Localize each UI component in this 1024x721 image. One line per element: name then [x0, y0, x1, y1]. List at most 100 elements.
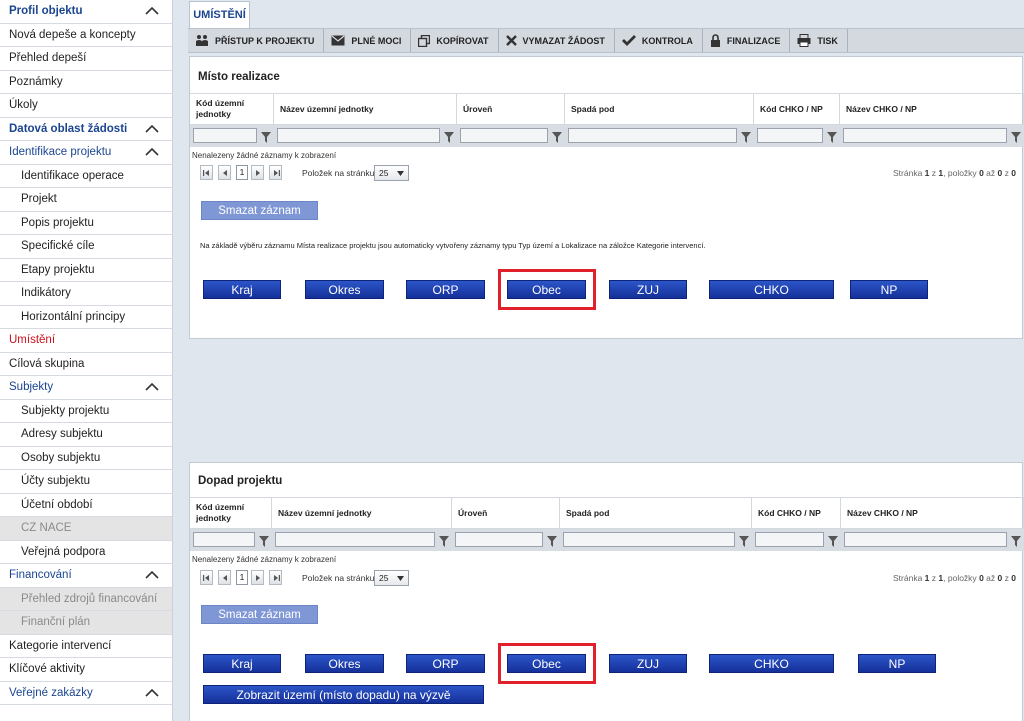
filter-input[interactable]	[193, 532, 255, 547]
unit-button-zuj[interactable]: ZUJ	[609, 654, 687, 673]
column-header[interactable]: Kód územní jednotky	[190, 498, 272, 529]
column-header[interactable]: Název územní jednotky	[274, 94, 457, 125]
filter-icon[interactable]	[1011, 534, 1021, 547]
filter-input[interactable]	[275, 532, 435, 547]
sidebar-item-pozn-mky[interactable]: Poznámky	[0, 70, 172, 94]
sidebar-item-specifick-c-le[interactable]: Specifické cíle	[0, 235, 172, 259]
sidebar-item-projekt[interactable]: Projekt	[0, 188, 172, 212]
sidebar-item-c-lov-skupina[interactable]: Cílová skupina	[0, 352, 172, 376]
unit-button-okres[interactable]: Okres	[305, 280, 384, 299]
column-header[interactable]: Název CHKO / NP	[840, 94, 1024, 125]
next-page-button[interactable]	[251, 570, 264, 585]
unit-button-kraj[interactable]: Kraj	[203, 654, 281, 673]
filter-input[interactable]	[843, 128, 1007, 143]
column-header[interactable]: Spadá pod	[565, 94, 754, 125]
column-header[interactable]: Kód územní jednotky	[190, 94, 274, 125]
sidebar-item-nov-depe-e-a-koncepty[interactable]: Nová depeše a koncepty	[0, 23, 172, 47]
column-header[interactable]: Kód CHKO / NP	[752, 498, 841, 529]
toolbar-button-copy[interactable]: KOPÍROVAT	[411, 29, 499, 52]
prev-page-button[interactable]	[218, 165, 231, 180]
column-header[interactable]: Název CHKO / NP	[841, 498, 1024, 529]
per-page-select[interactable]: 25	[374, 165, 409, 181]
chevron-up-icon[interactable]	[144, 568, 160, 582]
filter-input[interactable]	[460, 128, 548, 143]
sidebar-item--ty-subjektu[interactable]: Účty subjektu	[0, 470, 172, 494]
sidebar-item-subjekty[interactable]: Subjekty	[0, 376, 172, 400]
sidebar-item--koly[interactable]: Úkoly	[0, 94, 172, 118]
chevron-up-icon[interactable]	[144, 380, 160, 394]
prev-page-button[interactable]	[218, 570, 231, 585]
filter-icon[interactable]	[259, 534, 269, 547]
filter-icon[interactable]	[547, 534, 557, 547]
first-page-button[interactable]	[200, 165, 213, 180]
filter-input[interactable]	[193, 128, 257, 143]
sidebar-item-adresy-subjektu[interactable]: Adresy subjektu	[0, 423, 172, 447]
tab-umisteni[interactable]: UMÍSTĚNÍ	[189, 1, 250, 28]
toolbar-button-lock[interactable]: FINALIZACE	[703, 29, 791, 52]
filter-input[interactable]	[844, 532, 1007, 547]
sidebar-item-subjekty-projektu[interactable]: Subjekty projektu	[0, 399, 172, 423]
sidebar-item-ve-ejn-zak-zky[interactable]: Veřejné zakázky	[0, 681, 172, 705]
sidebar-item-identifikace-operace[interactable]: Identifikace operace	[0, 164, 172, 188]
toolbar-button-printer[interactable]: TISK	[790, 29, 848, 52]
filter-icon[interactable]	[741, 130, 751, 143]
filter-input[interactable]	[568, 128, 737, 143]
toolbar-button-check[interactable]: KONTROLA	[615, 29, 703, 52]
filter-input[interactable]	[563, 532, 735, 547]
last-page-button[interactable]	[269, 165, 282, 180]
sidebar-item-kategorie-intervenc-[interactable]: Kategorie intervencí	[0, 634, 172, 658]
page-number[interactable]: 1	[236, 165, 248, 180]
filter-input[interactable]	[755, 532, 824, 547]
filter-icon[interactable]	[261, 130, 271, 143]
filter-icon[interactable]	[828, 534, 838, 547]
column-header[interactable]: Spadá pod	[560, 498, 752, 529]
sidebar-item-popis-projektu[interactable]: Popis projektu	[0, 211, 172, 235]
sidebar-item-identifikace-projektu[interactable]: Identifikace projektu	[0, 141, 172, 165]
filter-input[interactable]	[455, 532, 543, 547]
chevron-up-icon[interactable]	[144, 686, 160, 700]
filter-icon[interactable]	[1011, 130, 1021, 143]
filter-input[interactable]	[277, 128, 440, 143]
next-page-button[interactable]	[251, 165, 264, 180]
unit-button-chko[interactable]: CHKO	[709, 654, 834, 673]
chevron-up-icon[interactable]	[144, 4, 160, 18]
unit-button-orp[interactable]: ORP	[406, 280, 485, 299]
toolbar-button-envelope[interactable]: PLNÉ MOCI	[324, 29, 412, 52]
sidebar-item-p-ehled-depe-[interactable]: Přehled depeší	[0, 47, 172, 71]
filter-icon[interactable]	[444, 130, 454, 143]
unit-button-kraj[interactable]: Kraj	[203, 280, 281, 299]
filter-input[interactable]	[757, 128, 823, 143]
unit-button-np[interactable]: NP	[850, 280, 928, 299]
unit-button-okres[interactable]: Okres	[305, 654, 384, 673]
show-territory-button[interactable]: Zobrazit území (místo dopadu) na výzvě	[203, 685, 484, 704]
delete-record-button[interactable]: Smazat záznam	[201, 605, 318, 624]
sidebar-item-financov-n-[interactable]: Financování	[0, 564, 172, 588]
column-header[interactable]: Úroveň	[452, 498, 560, 529]
unit-button-chko[interactable]: CHKO	[709, 280, 834, 299]
sidebar-item-profil-objektu[interactable]: Profil objektu	[0, 0, 172, 24]
toolbar-button-x[interactable]: VYMAZAT ŽÁDOST	[499, 29, 615, 52]
sidebar-item-kl-ov-aktivity[interactable]: Klíčové aktivity	[0, 658, 172, 682]
sidebar-item--etn-obdob-[interactable]: Účetní období	[0, 493, 172, 517]
chevron-up-icon[interactable]	[144, 145, 160, 159]
unit-button-zuj[interactable]: ZUJ	[609, 280, 687, 299]
sidebar-item-horizont-ln-principy[interactable]: Horizontální principy	[0, 305, 172, 329]
first-page-button[interactable]	[200, 570, 213, 585]
column-header[interactable]: Úroveň	[457, 94, 565, 125]
unit-button-np[interactable]: NP	[858, 654, 936, 673]
delete-record-button[interactable]: Smazat záznam	[201, 201, 318, 220]
filter-icon[interactable]	[552, 130, 562, 143]
sidebar-item-um-st-n-[interactable]: Umístění	[0, 329, 172, 353]
sidebar-item-datov-oblast-dosti[interactable]: Datová oblast žádosti	[0, 117, 172, 141]
unit-button-orp[interactable]: ORP	[406, 654, 485, 673]
sidebar-item-ve-ejn-podpora[interactable]: Veřejná podpora	[0, 540, 172, 564]
chevron-up-icon[interactable]	[144, 122, 160, 136]
filter-icon[interactable]	[439, 534, 449, 547]
sidebar-item-osoby-subjektu[interactable]: Osoby subjektu	[0, 446, 172, 470]
sidebar-item-indik-tory[interactable]: Indikátory	[0, 282, 172, 306]
last-page-button[interactable]	[269, 570, 282, 585]
filter-icon[interactable]	[827, 130, 837, 143]
sidebar-item-etapy-projektu[interactable]: Etapy projektu	[0, 258, 172, 282]
per-page-select[interactable]: 25	[374, 570, 409, 586]
column-header[interactable]: Název územní jednotky	[272, 498, 452, 529]
